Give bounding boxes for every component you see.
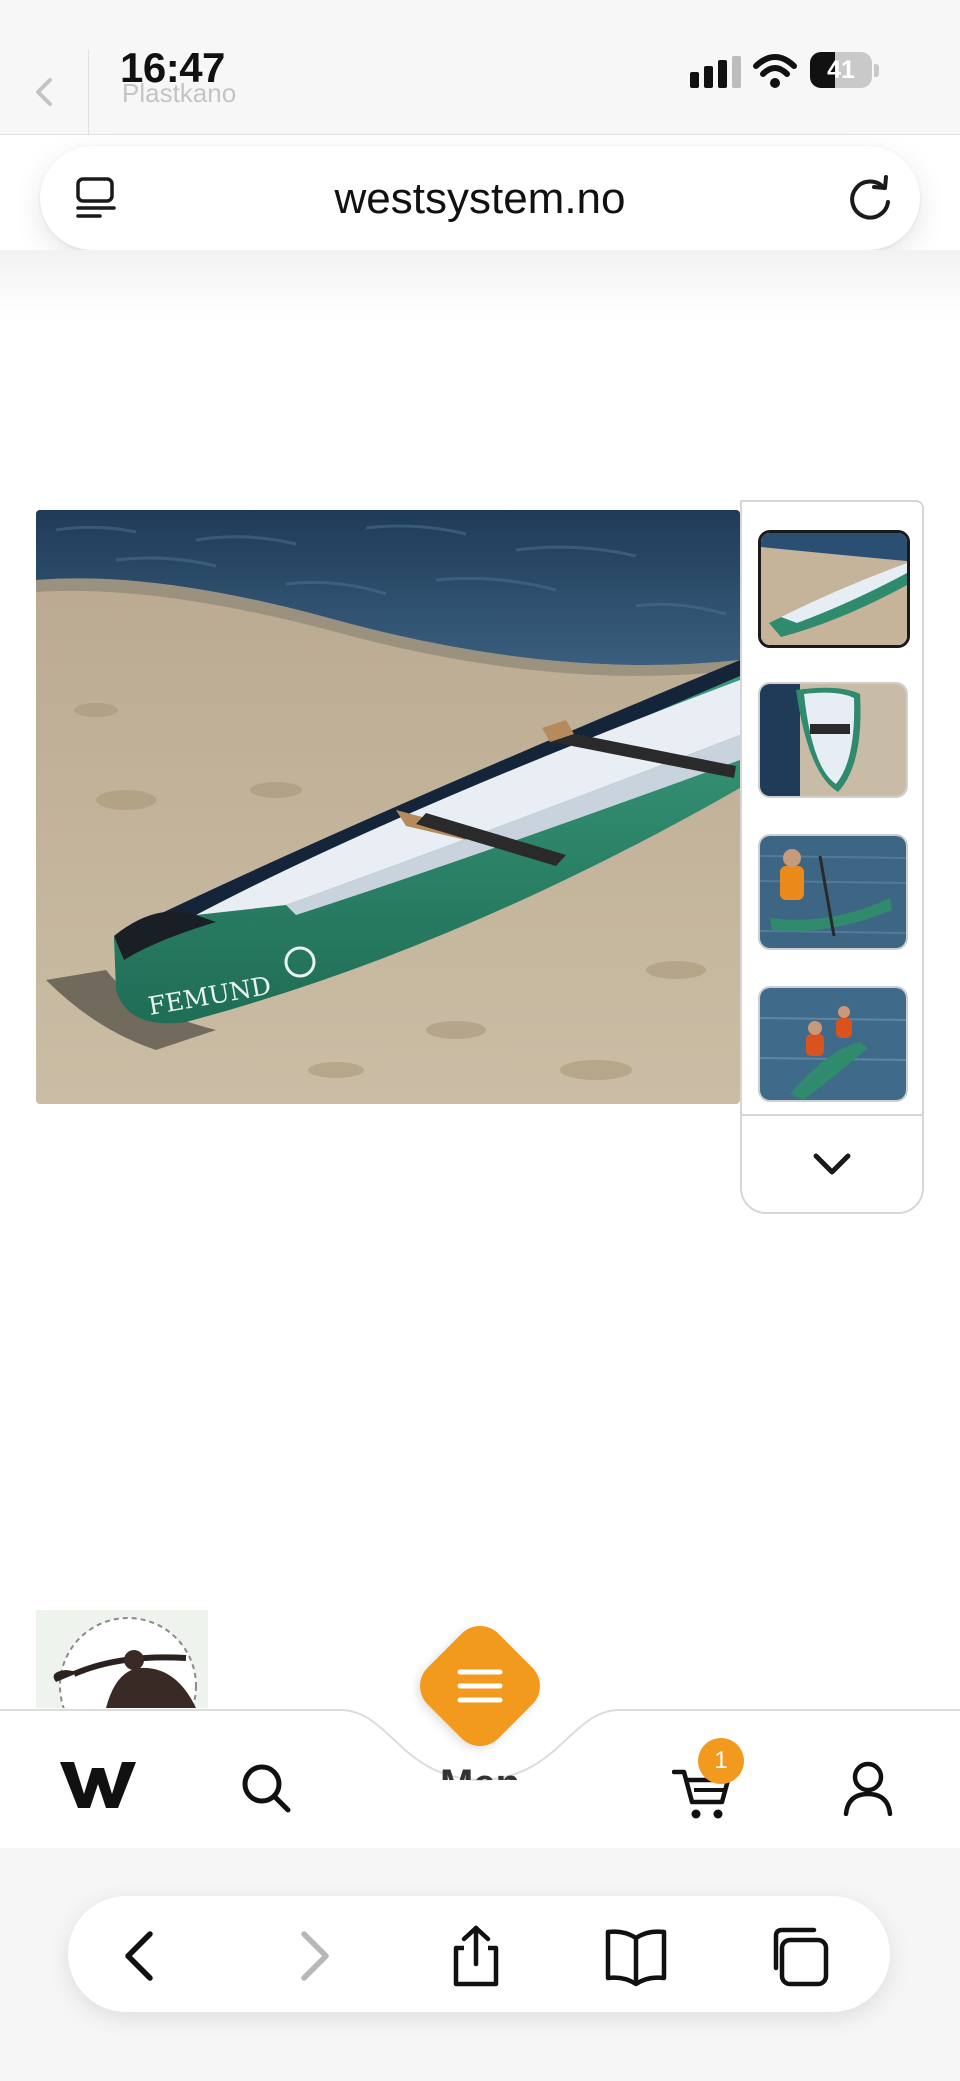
thumbnail-canoe-top-view[interactable] — [758, 682, 908, 798]
reload-icon[interactable] — [844, 172, 896, 224]
menu-label: Meny — [440, 1756, 520, 1780]
thumbnail-canoe-on-beach[interactable] — [758, 530, 910, 648]
kayaker-logo-image — [36, 1610, 208, 1708]
browser-back-icon[interactable] — [110, 1924, 174, 1988]
bookmarks-icon[interactable] — [604, 1924, 668, 1988]
back-chevron-icon[interactable] — [30, 72, 60, 112]
battery-percent: 41 — [827, 56, 855, 84]
thumbnail-rail — [740, 500, 924, 1214]
thumbnail-paddler-solo[interactable] — [758, 834, 908, 950]
hamburger-icon[interactable] — [456, 1664, 504, 1708]
url-text[interactable]: westsystem.no — [40, 174, 920, 224]
top-bar: Plastkano 16:47 41 — [0, 0, 960, 135]
cart-count-badge: 1 — [698, 1738, 744, 1784]
wifi-icon — [753, 54, 797, 88]
battery-icon: 41 — [810, 52, 880, 90]
thumbnail-paddlers-tandem[interactable] — [758, 986, 908, 1102]
user-account-icon[interactable] — [842, 1760, 894, 1816]
share-icon[interactable] — [444, 1924, 508, 1988]
tabs-icon[interactable] — [768, 1924, 832, 1988]
product-main-image[interactable]: FEMUND — [36, 510, 740, 1104]
toolbar-shadow — [0, 250, 960, 320]
status-clock: 16:47 — [120, 44, 225, 91]
address-bar[interactable]: westsystem.no — [40, 146, 920, 250]
browser-forward-icon[interactable] — [280, 1924, 344, 1988]
thumbnail-rail-divider — [742, 1114, 922, 1116]
cellular-signal-icon — [690, 56, 741, 88]
search-icon[interactable] — [238, 1760, 294, 1816]
chevron-down-icon[interactable] — [808, 1142, 856, 1182]
top-divider — [88, 50, 89, 134]
browser-toolbar — [68, 1896, 890, 2012]
site-logo-icon[interactable] — [58, 1756, 138, 1812]
